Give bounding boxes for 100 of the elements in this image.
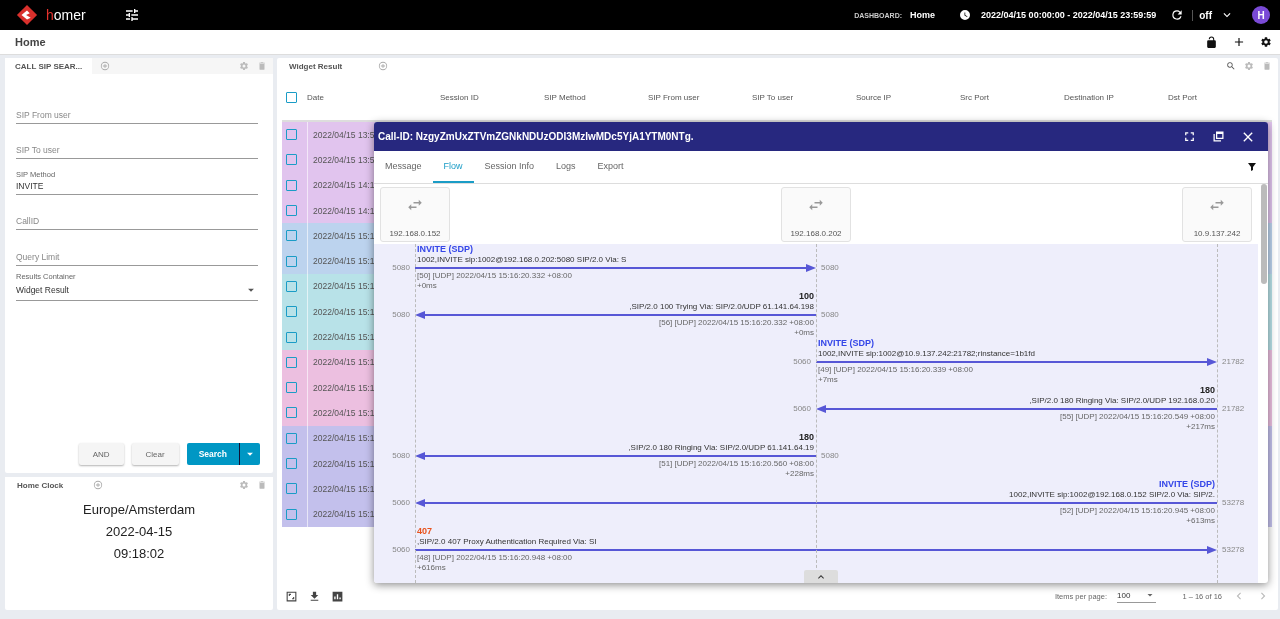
time-range[interactable]: 2022/04/15 00:00:00 - 2022/04/15 23:59:59 [981,10,1157,20]
window-icon[interactable] [1211,129,1226,144]
widget-title: Home Clock [17,480,64,490]
trash-icon[interactable] [1262,61,1272,71]
port-label: 5080 [392,312,411,318]
message-arrow[interactable] [816,405,1217,413]
widget-tab[interactable]: CALL SIP SEAR... [5,58,93,74]
row-checkbox[interactable] [286,407,297,419]
port-label: 5080 [820,265,839,271]
row-checkbox[interactable] [286,331,297,343]
message-arrow[interactable] [415,452,816,460]
row-checkbox[interactable] [286,382,297,394]
collapse-button[interactable] [804,570,838,583]
port-label: 53278 [1221,547,1245,553]
sliders-icon[interactable] [123,7,140,23]
host-address: 192.168.0.152 [389,229,441,238]
select-all-checkbox[interactable] [286,91,297,103]
host-address: 192.168.0.202 [790,229,842,238]
logo-icon [16,4,38,26]
trash-icon[interactable] [257,480,267,490]
message-text: ,SIP/2.0 180 Ringing Via: SIP/2.0/UDP 61.141.64.19 [628,443,815,453]
row-checkbox[interactable] [286,458,297,469]
message-title: 100 [798,291,815,302]
clock-date: 2022-04-15 [104,523,174,541]
port-label: 53278 [1221,500,1245,506]
message-title: 180 [798,432,815,443]
row-checkbox[interactable] [286,205,297,217]
message-title: 180 [1199,385,1216,396]
row-checkbox[interactable] [286,154,297,166]
scrollbar[interactable] [1261,184,1267,284]
host-node[interactable]: 192.168.0.202 [781,187,851,242]
port-label: 5060 [392,547,411,553]
message-arrow[interactable] [415,311,816,319]
message-arrow[interactable] [816,358,1217,366]
settings-icon[interactable] [1260,36,1272,48]
widget-title: Widget Result [289,61,343,71]
plus-icon[interactable] [1232,35,1246,49]
port-label: 5080 [392,265,411,271]
message-text: ,SIP/2.0 100 Trying Via: SIP/2.0/UDP 61.141.64.198 [629,302,815,312]
clock-timezone: Europe/Amsterdam [82,501,196,519]
port-label: 5080 [820,312,839,318]
input-field[interactable]: CallID [16,216,258,226]
refresh-interval[interactable]: off [1192,9,1212,21]
column-header[interactable]: Session ID [440,92,544,102]
port-label: 5060 [793,406,812,412]
row-checkbox[interactable] [286,356,297,368]
host-node[interactable]: 10.9.137.242 [1182,187,1252,242]
bar-chart-icon[interactable] [331,589,344,603]
row-checkbox[interactable] [286,280,297,292]
message-title: INVITE (SDP) [1159,479,1216,490]
port-label: 5060 [793,359,812,365]
fullscreen-icon[interactable] [1182,129,1197,144]
input-field[interactable]: INVITE [16,180,258,191]
row-checkbox[interactable] [286,129,297,141]
column-header[interactable]: Destination IP [1064,92,1168,102]
message-meta: [49] [UDP] 2022/04/15 15:16:20.339 +08:00 [817,365,973,375]
column-header[interactable]: Src Port [960,92,1064,102]
form-button[interactable]: Clear [131,443,179,465]
input-field[interactable]: Query Limit [16,251,258,262]
column-header[interactable]: Source IP [856,92,960,102]
column-header[interactable]: SIP To user [752,92,856,102]
host-node[interactable]: 192.168.0.152 [380,187,450,242]
message-arrow[interactable] [415,499,1217,507]
port-label: 5080 [820,453,839,459]
message-meta: [56] [UDP] 2022/04/15 15:16:20.332 +08:00 [659,318,815,328]
message-text: ,SIP/2.0 407 Proxy Authentication Required Via: SI [416,537,597,547]
search-icon[interactable] [1226,61,1236,71]
dashboard-name: Home [910,10,936,20]
lock-icon[interactable] [1205,35,1218,49]
column-header[interactable]: SIP Method [544,92,648,102]
row-checkbox[interactable] [286,179,297,191]
input-field[interactable]: SIP To user [16,145,258,155]
message-delay: +228ms [785,469,815,479]
input-field[interactable]: SIP From user [16,109,258,120]
brand-name: homer [46,7,86,23]
column-header[interactable]: Dst Port [1168,92,1272,102]
row-checkbox[interactable] [286,483,297,495]
message-title: INVITE (SDP) [817,338,874,349]
row-checkbox[interactable] [286,508,297,520]
message-delay: +613ms [1186,516,1216,526]
page-size-select[interactable]: 100 [1117,589,1157,603]
dialog-tab[interactable]: Export [586,151,635,183]
message-text: 1002,INVITE sip:1002@10.9.137.242:21782;rinstance=1b1fd [817,349,1035,359]
dialog-tab[interactable]: Logs [545,151,587,183]
row-checkbox[interactable] [286,230,297,242]
user-avatar[interactable]: H [1252,6,1270,24]
row-checkbox[interactable] [286,255,297,267]
download-icon[interactable] [308,589,321,603]
refresh-icon[interactable] [1170,8,1185,22]
row-checkbox[interactable] [286,306,297,318]
message-arrow[interactable] [415,546,1217,554]
trash-icon[interactable] [257,61,267,71]
clock-time: 09:18:02 [112,545,166,563]
dialog-tab[interactable]: Session Info [473,151,546,183]
form-button[interactable]: AND [78,443,124,465]
column-header[interactable]: Date [307,92,440,102]
frame-icon[interactable] [285,589,298,603]
column-header[interactable]: SIP From user [648,92,752,102]
row-checkbox[interactable] [286,432,297,444]
message-arrow[interactable] [415,264,816,272]
